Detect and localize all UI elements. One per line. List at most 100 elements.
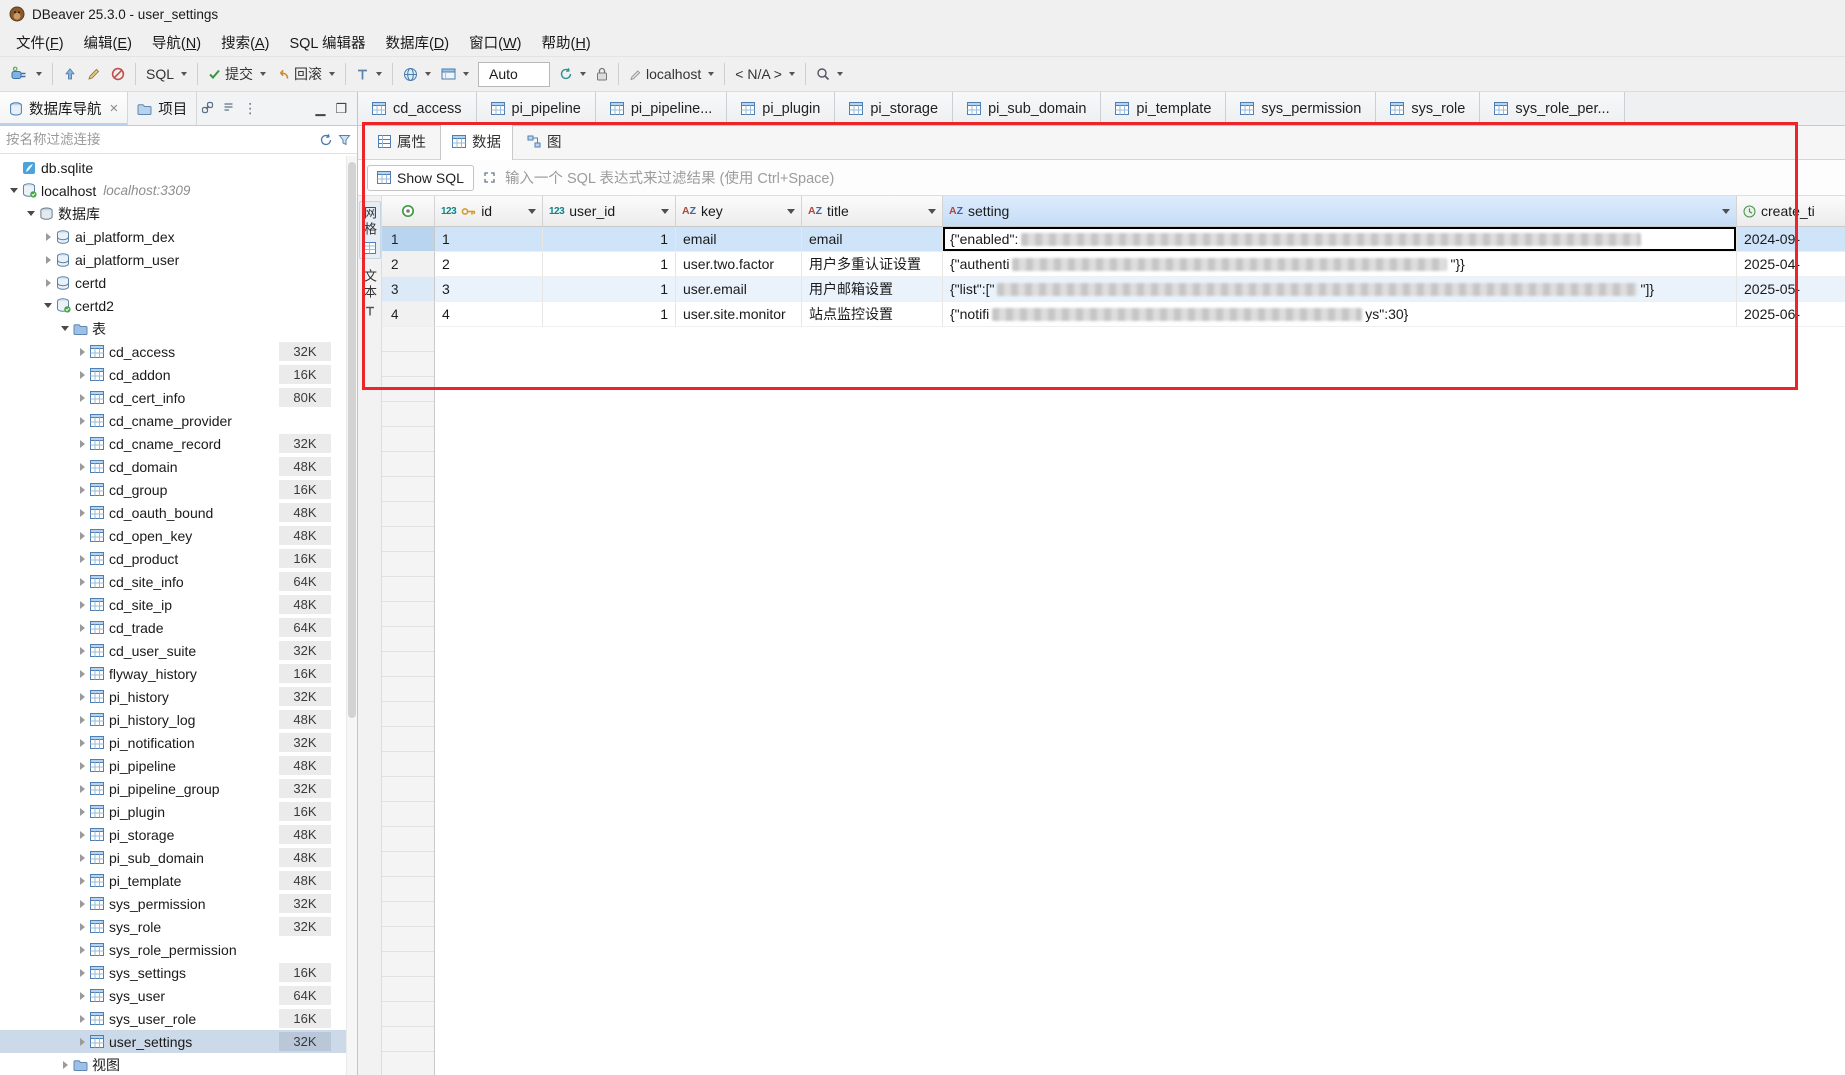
sql-editor-menu-button[interactable]: SQL — [141, 61, 192, 88]
tree-arrow-icon[interactable] — [57, 1061, 73, 1069]
tree-item-cd_open_key[interactable]: cd_open_key48K — [0, 524, 357, 547]
tree-item-cd_group[interactable]: cd_group16K — [0, 478, 357, 501]
tree-item-sys_permission[interactable]: sys_permission32K — [0, 892, 357, 915]
editor-tab-cd_access[interactable]: cd_access — [358, 92, 477, 125]
tab-projects[interactable]: 项目 — [128, 92, 197, 125]
editor-tab-pi_pipeline[interactable]: pi_pipeline... — [596, 92, 727, 125]
menu-item-6[interactable]: 窗口(W) — [459, 28, 531, 57]
row-number-cell[interactable]: 1 — [382, 227, 435, 252]
commit-button[interactable]: 提交 — [203, 61, 271, 88]
presentation-tab-文本[interactable]: 文本 — [359, 264, 381, 322]
grid-cell-id[interactable]: 3 — [435, 277, 543, 302]
tree-item-sys_user[interactable]: sys_user64K — [0, 984, 357, 1007]
grid-cell-create[interactable]: 2025-06- — [1737, 302, 1845, 327]
tree-arrow-icon[interactable] — [74, 762, 90, 770]
grid-cell-title[interactable]: 站点监控设置 — [802, 302, 943, 327]
tree-item-cd_access[interactable]: cd_access32K — [0, 340, 357, 363]
tree-arrow-icon[interactable] — [74, 693, 90, 701]
tree-item-cd_domain[interactable]: cd_domain48K — [0, 455, 357, 478]
menu-item-0[interactable]: 文件(F) — [6, 28, 74, 57]
maximize-icon[interactable]: ❒ — [335, 101, 347, 117]
tree-arrow-icon[interactable] — [74, 969, 90, 977]
tree-item-user_settings[interactable]: user_settings32K — [0, 1030, 357, 1053]
tree-arrow-icon[interactable] — [74, 417, 90, 425]
tree-item-pi_plugin[interactable]: pi_plugin16K — [0, 800, 357, 823]
row-number-cell[interactable]: 4 — [382, 302, 435, 327]
commit-mode-selector[interactable]: Auto — [478, 62, 550, 87]
tree-item-sys_settings[interactable]: sys_settings16K — [0, 961, 357, 984]
tree-arrow-icon[interactable] — [74, 371, 90, 379]
tree-arrow-icon[interactable] — [74, 946, 90, 954]
tree-item-certd[interactable]: certd — [0, 271, 357, 294]
active-schema-selector[interactable]: < N/A > — [730, 61, 800, 88]
tree-item-pi_pipeline[interactable]: pi_pipeline48K — [0, 754, 357, 777]
tree-arrow-icon[interactable] — [74, 808, 90, 816]
globe-button[interactable] — [398, 61, 436, 88]
tree-arrow-icon[interactable] — [74, 1038, 90, 1046]
tree-arrow-icon[interactable] — [6, 188, 22, 193]
menu-item-1[interactable]: 编辑(E) — [74, 28, 142, 57]
scrollbar-thumb[interactable] — [348, 162, 356, 718]
tree-arrow-icon[interactable] — [74, 440, 90, 448]
tree-arrow-icon[interactable] — [74, 624, 90, 632]
column-filter-icon[interactable] — [787, 209, 795, 214]
tree-item-cd_product[interactable]: cd_product16K — [0, 547, 357, 570]
grid-cell-create[interactable]: 2025-05- — [1737, 277, 1845, 302]
tree-item-cd_site_ip[interactable]: cd_site_ip48K — [0, 593, 357, 616]
grid-cell-title[interactable]: email — [802, 227, 943, 252]
tree-arrow-icon[interactable] — [74, 785, 90, 793]
grid-cell-setting[interactable]: {"enabled": — [943, 227, 1737, 252]
grid-cell-id[interactable]: 1 — [435, 227, 543, 252]
grid-cell-id[interactable]: 4 — [435, 302, 543, 327]
tree-arrow-icon[interactable] — [57, 326, 73, 331]
tree-arrow-icon[interactable] — [74, 923, 90, 931]
grid-cell-setting[interactable]: {"list":[""]} — [943, 277, 1737, 302]
search-button[interactable] — [811, 61, 848, 88]
tree-item-ai_platform_user[interactable]: ai_platform_user — [0, 248, 357, 271]
grid-row[interactable]: 221user.two.factor用户多重认证设置{"authenti"}}2… — [382, 252, 1845, 277]
row-selector-header[interactable] — [382, 196, 435, 226]
tree-item-pi_history[interactable]: pi_history32K — [0, 685, 357, 708]
grid-cell-create[interactable]: 2025-04- — [1737, 252, 1845, 277]
column-filter-icon[interactable] — [928, 209, 936, 214]
toolbar-cancel-button[interactable] — [106, 61, 130, 88]
menu-item-2[interactable]: 导航(N) — [142, 28, 211, 57]
tree-arrow-icon[interactable] — [40, 279, 56, 287]
grid-cell-create[interactable]: 2024-09- — [1737, 227, 1845, 252]
grid-cell-user_id[interactable]: 1 — [543, 252, 676, 277]
tree-item-sys_role_permission[interactable]: sys_role_permission — [0, 938, 357, 961]
column-header-user_id[interactable]: 123user_id — [543, 196, 676, 226]
tree-arrow-icon[interactable] — [40, 256, 56, 264]
result-tab-属性[interactable]: 属性 — [366, 124, 438, 159]
transaction-log-button[interactable] — [351, 61, 387, 88]
column-filter-icon[interactable] — [1722, 209, 1730, 214]
editor-tab-sys_role[interactable]: sys_role — [1376, 92, 1480, 125]
toolbar-edit-button[interactable] — [82, 61, 106, 88]
tree-item-sys_role[interactable]: sys_role32K — [0, 915, 357, 938]
refresh-button[interactable] — [554, 61, 591, 88]
tree-item-sys_user_role[interactable]: sys_user_role16K — [0, 1007, 357, 1030]
connection-filter-input[interactable] — [6, 132, 314, 147]
row-number-cell[interactable]: 3 — [382, 277, 435, 302]
tree-arrow-icon[interactable] — [74, 647, 90, 655]
tree-item-cd_addon[interactable]: cd_addon16K — [0, 363, 357, 386]
tab-database-navigator[interactable]: 数据库导航 × — [0, 92, 128, 125]
row-number-cell[interactable]: 2 — [382, 252, 435, 277]
grid-cell-setting[interactable]: {"authenti"}} — [943, 252, 1737, 277]
tree-arrow-icon[interactable] — [74, 1015, 90, 1023]
view-menu-icon[interactable]: ⋮ — [239, 100, 261, 117]
grid-cell-key[interactable]: email — [676, 227, 802, 252]
menu-item-3[interactable]: 搜索(A) — [211, 28, 279, 57]
toolbar-upload-button[interactable] — [58, 61, 82, 88]
tree-item-pi_history_log[interactable]: pi_history_log48K — [0, 708, 357, 731]
show-sql-button[interactable]: Show SQL — [367, 165, 474, 191]
close-icon[interactable]: × — [110, 100, 119, 117]
tree-arrow-icon[interactable] — [74, 394, 90, 402]
menu-item-4[interactable]: SQL 编辑器 — [279, 28, 375, 57]
column-filter-icon[interactable] — [661, 209, 669, 214]
tree-arrow-icon[interactable] — [74, 739, 90, 747]
editor-tab-pi_storage[interactable]: pi_storage — [835, 92, 953, 125]
tree-item-视图[interactable]: 视图 — [0, 1053, 357, 1075]
navigator-scrollbar[interactable] — [346, 156, 357, 1075]
active-connection-selector[interactable]: localhost — [624, 61, 719, 88]
